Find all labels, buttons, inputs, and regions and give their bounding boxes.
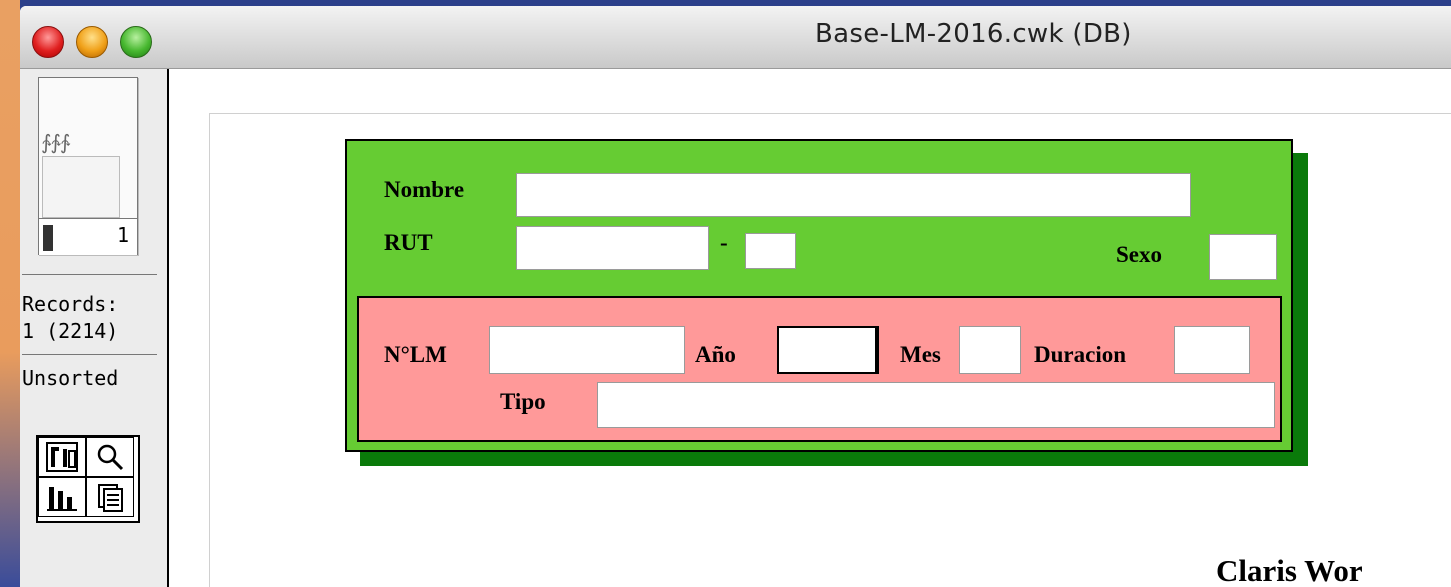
form-panel: Nombre RUT - Sexo N°LM Año Mes Duracion [345,139,1293,452]
rut-field[interactable] [516,226,709,270]
record-slider-thumb[interactable] [43,225,53,251]
nlm-field[interactable] [489,326,685,374]
window-titlebar[interactable]: Base-LM-2016.cwk (DB) [20,6,1451,69]
ano-label: Año [695,342,736,367]
desktop-background [0,0,20,587]
book-page [42,156,120,218]
database-window: Base-LM-2016.cwk (DB) ∱∱∱ 1 Records: 1 (… [20,6,1451,587]
minimize-window-button[interactable] [76,26,108,58]
sort-status: Unsorted [22,366,119,390]
zoom-window-button[interactable] [120,26,152,58]
sexo-label: Sexo [1116,242,1162,267]
browse-icon[interactable] [86,477,134,517]
divider [22,274,157,275]
mes-label: Mes [900,342,941,367]
sexo-field[interactable] [1209,234,1277,280]
nlm-label: N°LM [384,342,447,367]
lm-subpanel: N°LM Año Mes Duracion Tipo [357,296,1282,442]
mode-tools [36,435,140,523]
layout-icon[interactable] [38,437,86,477]
record-number: 1 [116,223,129,247]
book-rings-icon: ∱∱∱ [41,130,70,154]
layout-content: Nombre RUT - Sexo N°LM Año Mes Duracion [169,69,1451,587]
tipo-field[interactable] [597,382,1275,428]
mes-field[interactable] [959,326,1021,374]
status-panel: ∱∱∱ 1 Records: 1 (2214) Unsorted [20,69,169,587]
tipo-label: Tipo [500,389,546,414]
record-slider[interactable]: 1 [39,218,137,255]
records-label: Records: [22,292,119,316]
duracion-field[interactable] [1174,326,1250,374]
rut-dash: - [720,230,728,255]
duracion-label: Duracion [1034,342,1126,367]
claris-overlay-text: Claris Wor [1216,553,1363,587]
divider [22,354,157,355]
ano-field[interactable] [777,326,879,374]
rut-label: RUT [384,230,433,255]
window-title: Base-LM-2016.cwk (DB) [815,19,1132,49]
rut-dv-field[interactable] [745,233,796,269]
nombre-label: Nombre [384,177,465,202]
records-count: 1 (2214) [22,319,119,343]
list-icon[interactable] [38,477,86,517]
close-window-button[interactable] [32,26,64,58]
find-icon[interactable] [86,437,134,477]
nombre-field[interactable] [516,173,1191,217]
record-book-icon[interactable]: ∱∱∱ 1 [38,77,138,255]
